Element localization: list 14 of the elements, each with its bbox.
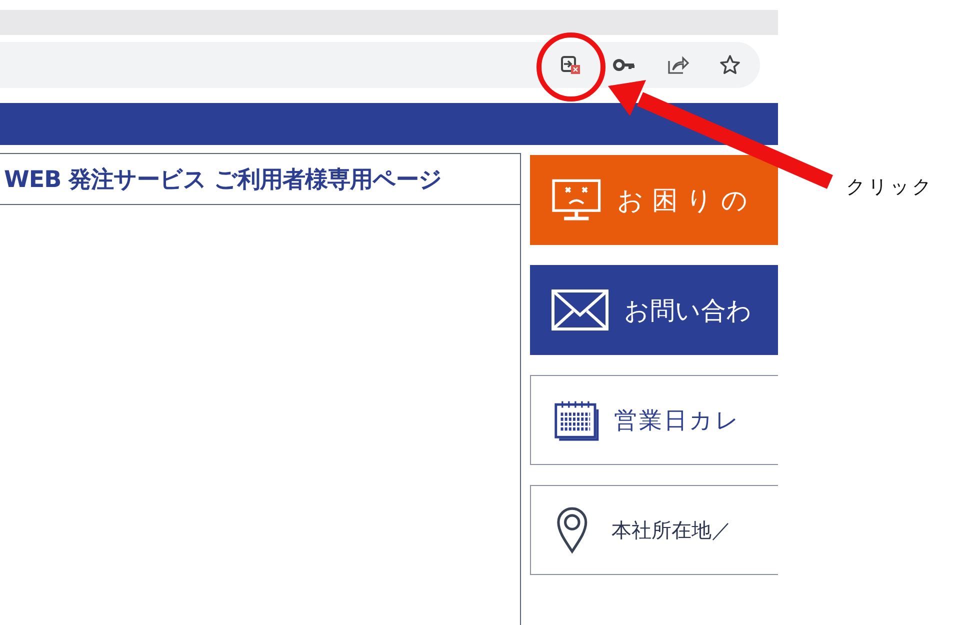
page-title: WEB 発注サービス ご利用者様専用ページ	[4, 166, 442, 194]
share-icon[interactable]	[665, 53, 689, 77]
map-pin-icon	[555, 506, 590, 554]
address-bar[interactable]	[0, 42, 760, 88]
broken-monitor-icon	[550, 178, 603, 222]
star-icon[interactable]	[718, 53, 742, 77]
side-menu-button[interactable]: 本社所在地／	[530, 485, 778, 575]
annotation-label: クリック	[846, 175, 934, 200]
side-menu-button[interactable]: お問い合わ	[530, 265, 778, 355]
envelope-icon	[550, 288, 610, 332]
popup-blocked-icon[interactable]	[559, 53, 583, 77]
side-menu-button[interactable]: 営業日カレ	[530, 375, 778, 465]
highlight-circle	[536, 32, 606, 102]
side-menu-button[interactable]: お困りの	[530, 155, 778, 245]
